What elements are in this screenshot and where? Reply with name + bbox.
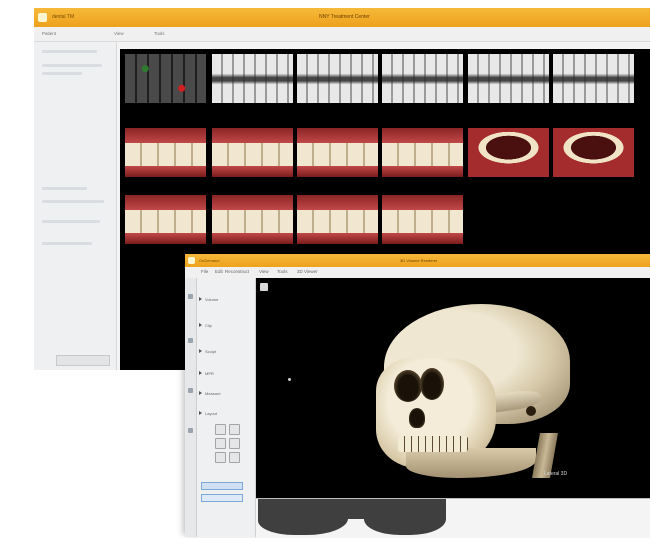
- volume-viewer-window: OnDemand 3D Volume Renderer File Edit Re…: [185, 254, 650, 538]
- sidebar-field[interactable]: [42, 200, 104, 203]
- intraoral-photo-thumbnail[interactable]: [468, 128, 549, 177]
- viewport-orientation-label: Lateral 3D: [544, 471, 568, 477]
- menu-edit[interactable]: Edit: [215, 269, 223, 274]
- viewer-app-label: OnDemand: [199, 258, 220, 263]
- sidebar-row-label: Volume: [205, 297, 219, 302]
- gallery-window-titlebar[interactable]: dental TM NNY Treatment Center: [34, 8, 650, 27]
- skull-mandible: [406, 448, 536, 478]
- sidebar-row-label: Clip: [205, 323, 212, 328]
- intraoral-photo-thumbnail[interactable]: [297, 195, 378, 244]
- menu-reconstruct[interactable]: Reconstruct: [225, 269, 249, 274]
- skull-3d-render[interactable]: [376, 298, 576, 483]
- skull-nasal-cavity: [409, 408, 425, 428]
- layout-grid-button[interactable]: [215, 424, 226, 435]
- window-title: NNY Treatment Center: [319, 14, 370, 20]
- volume-histogram[interactable]: [256, 498, 650, 538]
- sidebar-row-mpr[interactable]: MPR: [199, 370, 249, 377]
- xray-thumbnail[interactable]: [553, 54, 634, 103]
- sidebar-field[interactable]: [42, 50, 97, 53]
- xray-thumbnail[interactable]: [468, 54, 549, 103]
- xray-thumbnail[interactable]: [125, 54, 206, 103]
- intraoral-photo-thumbnail[interactable]: [553, 128, 634, 177]
- xray-thumbnail[interactable]: [297, 54, 378, 103]
- skull-ear-canal: [526, 406, 536, 416]
- sidebar-row-layout[interactable]: Layout: [199, 410, 249, 417]
- layout-grid-button[interactable]: [215, 452, 226, 463]
- sidebar-action-button[interactable]: [56, 355, 110, 366]
- layout-chip[interactable]: [201, 494, 243, 502]
- expand-arrow-icon: [199, 371, 202, 375]
- tool-icon[interactable]: [188, 428, 193, 433]
- 3d-viewport[interactable]: Lateral 3D: [256, 278, 650, 498]
- intraoral-photo-thumbnail[interactable]: [212, 195, 293, 244]
- gallery-sidebar: [34, 42, 117, 370]
- layout-grid-button[interactable]: [229, 452, 240, 463]
- sidebar-row-volume[interactable]: Volume: [199, 296, 249, 303]
- layout-grid-button[interactable]: [229, 438, 240, 449]
- sidebar-row-clip[interactable]: Clip: [199, 322, 249, 329]
- sidebar-row-label: MPR: [205, 371, 214, 376]
- histogram-shape: [348, 499, 364, 519]
- sidebar-row-label: Layout: [205, 411, 218, 416]
- selected-layout-chip[interactable]: [201, 482, 243, 490]
- viewport-menu-icon[interactable]: [260, 283, 268, 291]
- sidebar-row-measure[interactable]: Measure: [199, 390, 249, 397]
- toolbar-view-button[interactable]: View: [114, 30, 124, 38]
- tool-icon[interactable]: [188, 338, 193, 343]
- sidebar-field[interactable]: [42, 220, 100, 223]
- intraoral-photo-thumbnail[interactable]: [125, 195, 206, 244]
- menu-file[interactable]: File: [201, 269, 208, 274]
- expand-arrow-icon: [199, 411, 202, 415]
- tool-icon[interactable]: [188, 294, 193, 299]
- app-logo-icon: [38, 13, 47, 22]
- intraoral-photo-thumbnail[interactable]: [382, 128, 463, 177]
- expand-arrow-icon: [199, 391, 202, 395]
- tool-strip: [185, 278, 197, 537]
- viewer-title: 3D Volume Renderer: [400, 258, 438, 263]
- skull-teeth: [398, 436, 468, 452]
- sidebar-row-label: Sculpt: [205, 349, 217, 354]
- layout-grid-button[interactable]: [229, 424, 240, 435]
- xray-thumbnail[interactable]: [212, 54, 293, 103]
- viewer-titlebar[interactable]: OnDemand 3D Volume Renderer: [185, 254, 650, 267]
- menu-3d-viewer[interactable]: 3D Viewer: [297, 269, 318, 274]
- intraoral-photo-thumbnail[interactable]: [125, 128, 206, 177]
- marker-point: [288, 378, 291, 381]
- skull-orbit: [420, 368, 444, 400]
- expand-arrow-icon: [199, 323, 202, 327]
- toolbar-patient-button[interactable]: Patient: [42, 30, 56, 38]
- sidebar-row-sculpt[interactable]: Sculpt: [199, 348, 249, 355]
- menu-tools[interactable]: Tools: [277, 269, 288, 274]
- tool-icon[interactable]: [188, 388, 193, 393]
- app-label: dental TM: [52, 14, 75, 20]
- histogram-shape: [258, 499, 348, 535]
- toolbar-tools-button[interactable]: Tools: [154, 30, 165, 38]
- sidebar-field[interactable]: [42, 64, 102, 67]
- intraoral-photo-thumbnail[interactable]: [382, 195, 463, 244]
- sidebar-field[interactable]: [42, 187, 87, 190]
- sidebar-field[interactable]: [42, 72, 82, 75]
- xray-thumbnail[interactable]: [382, 54, 463, 103]
- histogram-shape: [364, 499, 446, 535]
- layout-grid-button[interactable]: [215, 438, 226, 449]
- intraoral-photo-thumbnail[interactable]: [212, 128, 293, 177]
- skull-orbit: [394, 370, 422, 402]
- menu-view[interactable]: View: [259, 269, 269, 274]
- expand-arrow-icon: [199, 349, 202, 353]
- intraoral-photo-thumbnail[interactable]: [297, 128, 378, 177]
- app-logo-icon: [188, 257, 195, 264]
- sidebar-field[interactable]: [42, 242, 92, 245]
- gallery-toolbar: Patient View Tools: [34, 27, 650, 42]
- expand-arrow-icon: [199, 297, 202, 301]
- sidebar-row-label: Measure: [205, 391, 221, 396]
